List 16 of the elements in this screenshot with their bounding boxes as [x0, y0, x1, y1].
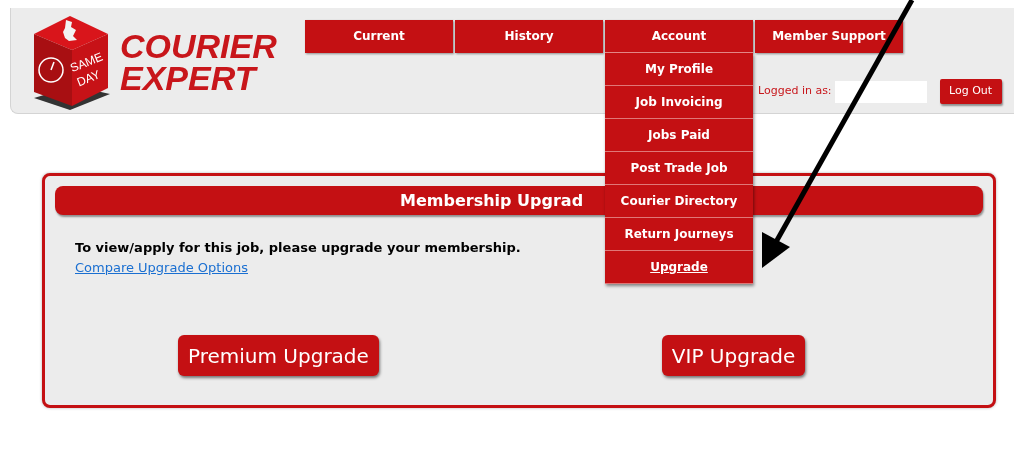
upgrade-message: To view/apply for this job, please upgrade your membership.: [75, 239, 521, 257]
logo-wordmark: EXPERT: [120, 62, 259, 94]
nav-tab[interactable]: Current: [305, 20, 453, 53]
nav-tab[interactable]: Member Support: [755, 20, 903, 53]
nav-tab[interactable]: History: [455, 20, 603, 53]
logo-wordmark: COURIER: [120, 30, 277, 62]
logout-button[interactable]: Log Out: [939, 79, 1002, 104]
menu-item[interactable]: My Profile: [605, 53, 753, 86]
upgrade-button[interactable]: Premium Upgrade: [178, 335, 379, 376]
menu-item[interactable]: Jobs Paid: [605, 119, 753, 152]
logged-in-label: Logged in as:: [758, 83, 832, 100]
compare-options-link[interactable]: Compare Upgrade Options: [75, 257, 248, 277]
menu-item[interactable]: Job Invoicing: [605, 86, 753, 119]
upgrade-button[interactable]: VIP Upgrade: [661, 335, 806, 376]
nav-tab[interactable]: Account: [605, 20, 753, 53]
panel-title: Membership Upgrad: [400, 189, 584, 212]
